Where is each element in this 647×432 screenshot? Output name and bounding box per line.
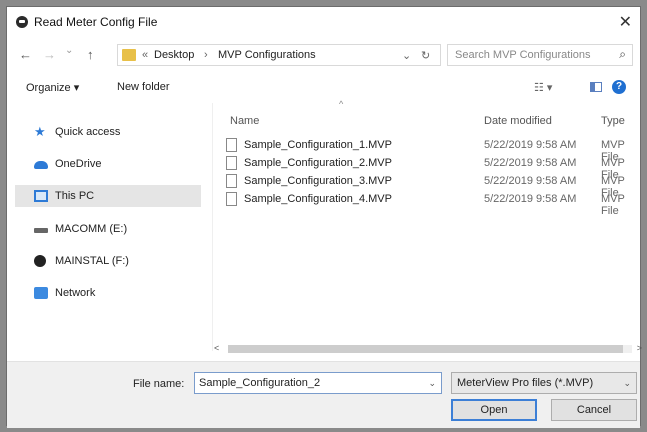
file-name-label: File name: xyxy=(133,378,185,390)
pane-divider[interactable] xyxy=(212,103,213,351)
recent-locations-icon[interactable]: ⌄ xyxy=(65,45,73,56)
computer-icon xyxy=(34,190,48,202)
star-icon: ★ xyxy=(34,124,46,139)
folder-icon xyxy=(122,49,136,61)
navigation-bar: ← → ⌄ ↑ « Desktop › MVP Configurations ⌄… xyxy=(7,43,640,69)
cloud-icon xyxy=(34,161,48,169)
file-name-value: Sample_Configuration_2 xyxy=(199,377,321,389)
column-header-date[interactable]: Date modified xyxy=(484,115,552,127)
breadcrumb-separator: › xyxy=(204,49,208,61)
cancel-button[interactable]: Cancel xyxy=(551,399,637,421)
drive-icon xyxy=(34,228,48,233)
new-folder-button[interactable]: New folder xyxy=(117,81,170,93)
sidebar-item-macomm[interactable]: MACOMM (E:) xyxy=(15,218,201,240)
address-dropdown-icon[interactable]: ⌄ xyxy=(402,49,411,62)
search-input[interactable]: Search MVP Configurations xyxy=(455,49,591,61)
sort-caret-icon: ^ xyxy=(339,99,344,109)
scroll-right-icon[interactable]: > xyxy=(637,343,642,353)
file-name: Sample_Configuration_1.MVP xyxy=(244,139,392,151)
scroll-left-icon[interactable]: < xyxy=(214,343,219,353)
file-date: 5/22/2019 9:58 AM xyxy=(484,157,577,169)
sidebar-item-label: MAINSTAL (F:) xyxy=(55,255,129,267)
sidebar-item-quick-access[interactable]: ★ Quick access xyxy=(15,121,201,143)
sidebar-item-network[interactable]: Network xyxy=(15,282,201,304)
search-box[interactable]: Search MVP Configurations ⌕ xyxy=(447,44,633,66)
file-icon xyxy=(226,138,237,152)
help-icon[interactable]: ? xyxy=(612,80,626,94)
file-type: MVP File xyxy=(601,193,625,217)
sidebar-item-label: OneDrive xyxy=(55,158,102,170)
sidebar-item-label: Quick access xyxy=(55,126,121,138)
column-headers: Name Date modified Type xyxy=(222,111,642,129)
view-options-icon[interactable]: ☷ ▾ xyxy=(534,81,552,94)
preview-pane-icon[interactable] xyxy=(590,82,602,92)
up-arrow-icon[interactable]: ↑ xyxy=(87,47,94,62)
file-icon xyxy=(226,156,237,170)
scroll-thumb[interactable] xyxy=(228,345,623,353)
refresh-icon[interactable]: ↻ xyxy=(421,49,430,62)
sidebar-item-this-pc[interactable]: This PC xyxy=(15,185,201,207)
file-row[interactable]: Sample_Configuration_2.MVP 5/22/2019 9:5… xyxy=(222,155,642,181)
sidebar-item-mainstal[interactable]: MAINSTAL (F:) xyxy=(15,250,201,272)
file-date: 5/22/2019 9:58 AM xyxy=(484,193,577,205)
file-dialog: Read Meter Config File ✕ ← → ⌄ ↑ « Deskt… xyxy=(6,6,642,428)
file-name: Sample_Configuration_2.MVP xyxy=(244,157,392,169)
file-icon xyxy=(226,174,237,188)
file-name: Sample_Configuration_3.MVP xyxy=(244,175,392,187)
column-header-type[interactable]: Type xyxy=(601,115,625,127)
network-icon xyxy=(34,287,48,299)
file-name-input[interactable]: Sample_Configuration_2 ⌄ xyxy=(194,372,442,394)
file-date: 5/22/2019 9:58 AM xyxy=(484,139,577,151)
sidebar-item-label: Network xyxy=(55,287,96,299)
sidebar-item-label: This PC xyxy=(55,190,95,202)
file-type-select[interactable]: MeterView Pro files (*.MVP) ⌄ xyxy=(451,372,637,394)
horizontal-scrollbar[interactable]: < > xyxy=(214,343,642,355)
file-row[interactable]: Sample_Configuration_3.MVP 5/22/2019 9:5… xyxy=(222,173,642,199)
window-title: Read Meter Config File xyxy=(34,15,158,29)
close-icon[interactable]: ✕ xyxy=(619,12,632,32)
file-name: Sample_Configuration_4.MVP xyxy=(244,193,392,205)
sidebar-item-onedrive[interactable]: OneDrive xyxy=(15,153,201,175)
sidebar-item-label: MACOMM (E:) xyxy=(55,223,128,235)
command-bar: Organize ▾ New folder ☷ ▾ ? xyxy=(7,75,640,101)
chevron-down-icon[interactable]: ⌄ xyxy=(428,378,436,389)
file-type-value: MeterView Pro files (*.MVP) xyxy=(457,377,594,389)
file-date: 5/22/2019 9:58 AM xyxy=(484,175,577,187)
dialog-footer: File name: Sample_Configuration_2 ⌄ Mete… xyxy=(7,361,640,428)
search-icon[interactable]: ⌕ xyxy=(619,47,626,62)
chevron-down-icon[interactable]: ⌄ xyxy=(623,378,631,389)
back-arrow-icon[interactable]: ← xyxy=(19,47,32,62)
column-header-name[interactable]: Name xyxy=(230,115,259,127)
breadcrumb-prefix: « xyxy=(142,49,149,61)
open-button[interactable]: Open xyxy=(451,399,537,421)
organize-button[interactable]: Organize ▾ xyxy=(26,81,79,94)
disc-icon xyxy=(34,255,46,267)
app-icon xyxy=(16,16,28,28)
breadcrumb-desktop[interactable]: Desktop xyxy=(154,49,194,61)
file-row[interactable]: Sample_Configuration_1.MVP 5/22/2019 9:5… xyxy=(222,137,642,163)
forward-arrow-icon[interactable]: → xyxy=(43,47,56,62)
title-bar: Read Meter Config File ✕ xyxy=(7,7,640,37)
file-icon xyxy=(226,192,237,206)
address-bar[interactable]: « Desktop › MVP Configurations ⌄ ↻ xyxy=(117,44,441,66)
file-row[interactable]: Sample_Configuration_4.MVP 5/22/2019 9:5… xyxy=(222,191,642,217)
breadcrumb-mvp-configurations[interactable]: MVP Configurations xyxy=(218,49,316,61)
navigation-pane: ★ Quick access OneDrive This PC MACOMM (… xyxy=(15,111,205,345)
